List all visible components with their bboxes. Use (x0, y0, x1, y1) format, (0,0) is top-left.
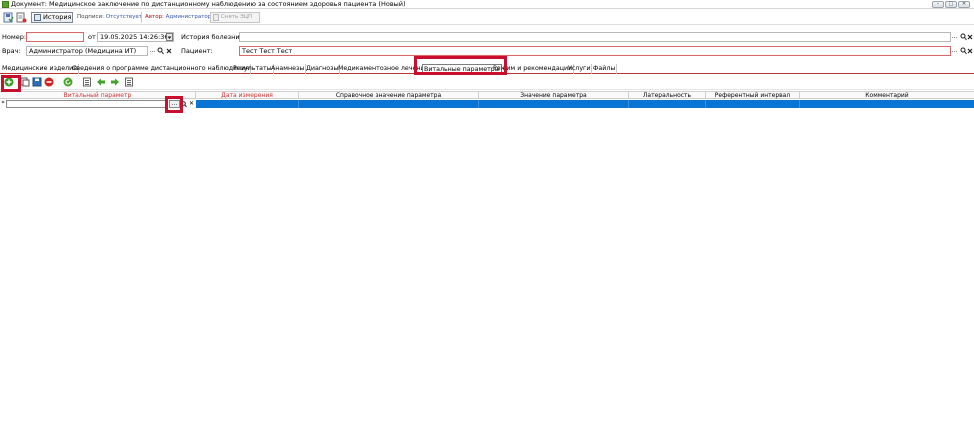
window-title: Документ: Медицинское заключение по дист… (11, 0, 406, 8)
search-icon[interactable] (157, 47, 164, 55)
patient-select-button[interactable]: … (951, 47, 958, 55)
tab-medical-devices[interactable]: Медицинские изделия (1, 64, 80, 74)
highlight-vital-parameters-tab (414, 56, 507, 75)
remove-signature-label: Снять ЭЦП (221, 14, 253, 20)
tab-results[interactable]: Результаты (232, 64, 274, 74)
search-icon[interactable] (960, 47, 967, 55)
print-icon[interactable] (16, 12, 27, 23)
author-value: Администратор (165, 14, 212, 20)
author-label: Автор: (145, 14, 164, 20)
grid-toolbar (0, 75, 974, 90)
signatures-status: Подписи: Отсутствует (77, 12, 142, 23)
arrow-left-icon[interactable] (96, 77, 106, 87)
save-close-icon[interactable] (3, 12, 14, 23)
cell-reference-value[interactable] (299, 100, 479, 108)
cell-reference-interval[interactable] (706, 100, 800, 108)
history-button[interactable]: История (31, 12, 73, 23)
remove-signature-button[interactable]: Снять ЭЦП (210, 12, 260, 23)
clear-icon[interactable] (166, 47, 173, 55)
doctor-field[interactable]: Администратор (Медицина ИТ) (26, 46, 148, 56)
document-toolbar: История Подписи: Отсутствует Автор: Адми… (0, 10, 974, 25)
signature-icon (213, 14, 219, 21)
medical-history-label: История болезни: (181, 33, 242, 41)
vital-parameter-input[interactable] (6, 100, 168, 108)
history-button-label: История (43, 13, 72, 21)
window-titlebar: Документ: Медицинское заключение по дист… (0, 0, 974, 9)
date-value: 19.05.2025 14:26:36 (100, 33, 169, 41)
clear-icon[interactable] (967, 33, 973, 41)
copy-icon[interactable] (20, 77, 30, 87)
list-icon[interactable] (82, 77, 92, 87)
signatures-label: Подписи: (77, 14, 104, 20)
tab-services[interactable]: Услуги (567, 64, 593, 74)
signatures-value: Отсутствует (105, 14, 143, 20)
number-label: Номер: (2, 33, 27, 41)
column-reference-interval[interactable]: Референтный интервал (706, 92, 800, 99)
tab-anamnesis[interactable]: Анамнезы (270, 64, 307, 74)
date-field[interactable]: 19.05.2025 14:26:36 (97, 32, 174, 42)
grid-header: Витальный параметр Дата измерения Справо… (0, 91, 974, 99)
table-row[interactable]: * ... ✕ (0, 100, 974, 108)
chevron-down-icon (167, 36, 172, 39)
arrow-right-icon[interactable] (110, 77, 120, 87)
clear-parameter-button[interactable]: ✕ (188, 100, 195, 108)
column-comment[interactable]: Комментарий (800, 92, 974, 99)
history-select-button[interactable]: … (951, 33, 958, 41)
column-measurement-date[interactable]: Дата измерения (196, 92, 299, 99)
tab-files[interactable]: Файлы (592, 64, 618, 74)
selected-row-cells[interactable] (196, 100, 974, 108)
history-icon (34, 14, 41, 21)
tab-program-info[interactable]: Сведения о программе дистанционного набл… (71, 64, 252, 74)
medical-history-field[interactable] (239, 32, 951, 42)
column-parameter-value[interactable]: Значение параметра (479, 92, 629, 99)
patient-label: Пациент: (181, 47, 213, 55)
doctor-label: Врач: (2, 47, 21, 55)
highlight-select-button (165, 96, 183, 113)
minimize-button[interactable]: – (932, 1, 944, 8)
patient-field[interactable]: Тест Тест Тест (239, 46, 951, 56)
list-settings-icon[interactable] (124, 77, 134, 87)
app-icon (2, 1, 9, 8)
cell-measurement-date[interactable] (196, 100, 299, 108)
cell-parameter-value[interactable] (479, 100, 629, 108)
floppy-save-icon[interactable] (32, 77, 42, 87)
column-reference-value[interactable]: Справочное значение параметра (299, 92, 479, 99)
date-dropdown-button[interactable] (166, 33, 173, 41)
cell-comment[interactable] (800, 100, 974, 108)
tab-diagnoses[interactable]: Диагнозы (305, 64, 341, 74)
close-window-button[interactable]: ✕ (958, 1, 970, 8)
refresh-icon[interactable] (63, 77, 73, 87)
date-prefix-label: от (88, 33, 96, 41)
maximize-button[interactable]: □ (945, 1, 957, 8)
cell-laterality[interactable] (629, 100, 706, 108)
search-icon[interactable] (960, 33, 967, 41)
number-field[interactable] (26, 32, 84, 42)
clear-icon[interactable] (967, 47, 973, 55)
minus-circle-icon[interactable] (44, 77, 54, 87)
highlight-add-button (1, 75, 21, 92)
author-status: Автор: Администратор (141, 12, 211, 23)
column-laterality[interactable]: Латеральность (629, 92, 706, 99)
doctor-select-button[interactable]: … (149, 47, 156, 55)
